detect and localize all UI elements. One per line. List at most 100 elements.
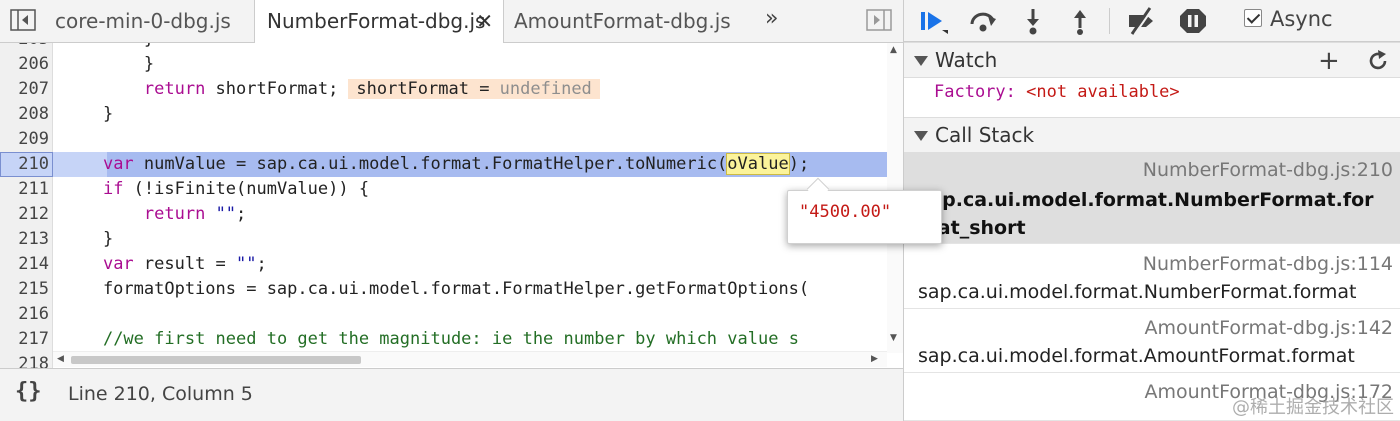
async-checkbox[interactable] <box>1244 9 1262 27</box>
code-line: } <box>62 104 114 124</box>
line-number[interactable]: 218 <box>0 352 49 368</box>
frame-function: sap.ca.ui.model.format.NumberFormat.form… <box>918 281 1357 303</box>
line-number[interactable]: 212 <box>0 202 49 227</box>
string-literal: "" <box>215 204 237 224</box>
hover-value-popover[interactable]: "4500.00" <box>787 190 942 244</box>
editor-status-bar: {} Line 210, Column 5 <box>0 368 903 421</box>
frame-location: NumberFormat-dbg.js:114 <box>1142 253 1393 275</box>
inline-var-name: shortFormat = <box>356 79 500 99</box>
scroll-up-icon[interactable]: ▲ <box>890 45 897 55</box>
string-literal: "" <box>236 254 257 274</box>
frame-function: sap.ca.ui.model.format.AmountFormat.form… <box>918 345 1355 367</box>
line-number[interactable]: 217 <box>0 327 49 352</box>
call-frame[interactable]: NumberFormat-dbg.js:114 sap.ca.ui.model.… <box>904 245 1400 309</box>
code-line: } <box>62 229 114 249</box>
code-text: shortFormat; <box>205 79 339 99</box>
toggle-navigator-icon[interactable] <box>10 8 36 32</box>
keyword: return <box>143 79 206 99</box>
inline-variable-value: shortFormat = undefined <box>348 79 600 99</box>
hovered-token[interactable]: oValue <box>726 153 790 175</box>
frame-function: sap.ca.ui.model.format.NumberFormat.form… <box>918 189 1374 239</box>
tab-numberformat[interactable]: NumberFormat-dbg.js ✕ <box>254 0 504 44</box>
line-number[interactable]: 210 <box>0 152 49 177</box>
cursor-position: Line 210, Column 5 <box>68 383 253 405</box>
tab-label: core-min-0-dbg.js <box>55 9 231 33</box>
frame-location: NumberFormat-dbg.js:210 <box>1142 159 1393 181</box>
async-label: Async <box>1270 7 1333 31</box>
line-number[interactable]: 207 <box>0 77 49 102</box>
code-line: return shortFormat; shortFormat = undefin… <box>62 77 887 102</box>
toggle-debugger-sidebar-icon[interactable] <box>866 8 892 32</box>
code-line: formatOptions = sap.ca.ui.model.format.F… <box>62 279 810 299</box>
code-line: //we first need to get the magnitude: ie… <box>62 327 887 352</box>
more-tabs-icon[interactable]: » <box>765 0 778 40</box>
line-number[interactable]: 214 <box>0 252 49 277</box>
line-number[interactable]: 205 <box>0 43 49 52</box>
expand-triangle-icon <box>914 131 928 141</box>
debugger-toolbar: Async <box>904 0 1400 42</box>
tab-core-min[interactable]: core-min-0-dbg.js <box>43 0 258 43</box>
pretty-print-button[interactable]: {} <box>15 379 42 404</box>
resume-icon[interactable] <box>918 6 950 36</box>
deactivate-breakpoints-icon[interactable] <box>1126 6 1158 36</box>
section-title: Call Stack <box>935 123 1035 147</box>
close-tab-icon[interactable]: ✕ <box>476 0 493 43</box>
tab-amountformat[interactable]: AmountFormat-dbg.js <box>502 0 742 43</box>
code-text: ); <box>788 154 810 174</box>
editor-tab-bar: core-min-0-dbg.js NumberFormat-dbg.js ✕ … <box>0 0 903 44</box>
call-frame[interactable]: AmountFormat-dbg.js:142 sap.ca.ui.model.… <box>904 309 1400 373</box>
code-line: var result = ""; <box>62 252 887 277</box>
keyword: var <box>102 154 134 174</box>
line-number[interactable]: 215 <box>0 277 49 302</box>
code-line: return ""; <box>62 202 887 227</box>
step-over-icon[interactable] <box>967 6 999 36</box>
scrollbar-thumb[interactable] <box>71 356 361 364</box>
line-number[interactable]: 206 <box>0 52 49 77</box>
watermark: @稀土掘金技术社区 <box>1232 397 1394 418</box>
refresh-icon[interactable] <box>1366 49 1390 73</box>
sources-pane: core-min-0-dbg.js NumberFormat-dbg.js ✕ … <box>0 0 903 421</box>
line-number[interactable]: 211 <box>0 177 49 202</box>
code-text: numValue = sap.ca.ui.model.format.Format… <box>133 154 728 174</box>
horizontal-scrollbar[interactable]: ◀ ▶ <box>53 351 887 367</box>
keyword: return <box>143 204 206 224</box>
call-stack-section-header[interactable]: Call Stack <box>904 117 1400 153</box>
watch-value: <not available> <box>1026 82 1180 102</box>
code-text: ; <box>236 204 247 224</box>
expand-triangle-icon <box>914 56 928 66</box>
line-number[interactable]: 208 <box>0 102 49 127</box>
tab-label: NumberFormat-dbg.js <box>267 9 486 33</box>
section-title: Watch <box>935 48 998 72</box>
code-line-current: var numValue = sap.ca.ui.model.format.Fo… <box>62 152 887 177</box>
tab-label: AmountFormat-dbg.js <box>514 9 731 33</box>
inline-var-value: undefined <box>499 79 592 99</box>
keyword: var <box>102 254 134 274</box>
watch-expression[interactable]: Factory: <not available> <box>934 82 1180 102</box>
step-into-icon[interactable] <box>1017 6 1049 36</box>
comment: //we first need to get the magnitude: ie… <box>102 329 799 349</box>
keyword: if <box>102 179 124 199</box>
add-watch-icon[interactable]: + <box>1318 46 1340 76</box>
toolbar-divider <box>1109 8 1110 34</box>
code-text: (!isFinite(numValue)) { <box>123 179 370 199</box>
code-line: if (!isFinite(numValue)) { <box>62 177 887 202</box>
frame-location: AmountFormat-dbg.js:142 <box>1144 317 1393 339</box>
watch-name: Factory: <box>934 82 1027 102</box>
scroll-left-icon[interactable]: ◀ <box>57 354 64 364</box>
pause-on-exceptions-icon[interactable] <box>1177 6 1209 36</box>
line-number[interactable]: 209 <box>0 127 49 152</box>
watch-section-header[interactable]: Watch + <box>904 42 1400 78</box>
call-frame-selected[interactable]: NumberFormat-dbg.js:210 sap.ca.ui.model.… <box>904 152 1400 244</box>
line-number[interactable]: 213 <box>0 227 49 252</box>
code-text: ; <box>256 254 267 274</box>
code-line: } <box>62 54 155 74</box>
popover-value: "4500.00" <box>799 202 892 222</box>
line-number[interactable]: 216 <box>0 302 49 327</box>
code-editor[interactable]: 205 206 207 208 209 210 211 212 213 214 … <box>0 43 903 368</box>
code-line: } <box>62 43 887 52</box>
scroll-right-icon[interactable]: ▶ <box>871 354 878 364</box>
code-text: result = <box>133 254 237 274</box>
step-out-icon[interactable] <box>1064 6 1096 36</box>
scroll-down-icon[interactable]: ▼ <box>890 333 897 343</box>
debugger-sidebar: Async Watch + Factory: <not available> C… <box>903 0 1400 421</box>
